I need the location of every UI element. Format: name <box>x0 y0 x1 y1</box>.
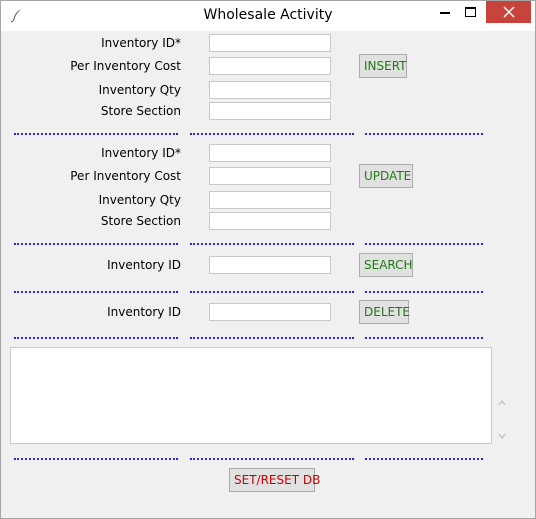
separator <box>14 291 178 293</box>
separator <box>190 133 354 135</box>
insert-inventory-id-label: Inventory ID* <box>101 36 181 50</box>
separator <box>190 291 354 293</box>
minimize-icon <box>440 12 450 14</box>
insert-store-section-input[interactable] <box>210 103 330 119</box>
insert-cost-field[interactable] <box>209 57 331 75</box>
separator <box>365 133 483 135</box>
insert-inventory-id-input[interactable] <box>210 35 330 51</box>
insert-cost-input[interactable] <box>210 58 330 74</box>
separator <box>14 337 178 339</box>
search-inventory-id-field[interactable] <box>209 256 331 274</box>
separator <box>190 243 354 245</box>
update-qty-label: Inventory Qty <box>98 193 181 207</box>
chevron-down-icon[interactable] <box>498 432 506 440</box>
update-section-label: Store Section <box>100 214 181 228</box>
update-qty-field[interactable] <box>209 191 331 209</box>
separator <box>190 337 354 339</box>
insert-store-section-field[interactable] <box>209 102 331 120</box>
separator <box>14 133 178 135</box>
separator <box>14 458 178 460</box>
update-qty-input[interactable] <box>210 192 330 208</box>
separator <box>365 458 483 460</box>
delete-inventory-id-input[interactable] <box>210 304 330 320</box>
chevron-up-icon[interactable] <box>498 399 506 407</box>
results-listbox[interactable] <box>10 347 492 444</box>
update-inventory-id-field[interactable] <box>209 144 331 162</box>
delete-button[interactable]: DELETE <box>359 300 410 324</box>
update-button[interactable]: UPDATE <box>359 164 413 188</box>
separator <box>365 337 483 339</box>
update-cost-field[interactable] <box>209 167 331 185</box>
insert-inventory-id-field[interactable] <box>209 34 331 52</box>
insert-qty-field[interactable] <box>209 81 331 99</box>
update-store-section-input[interactable] <box>210 213 330 229</box>
maximize-icon <box>465 7 476 17</box>
update-inventory-id-label: Inventory ID* <box>101 146 181 160</box>
title-bar[interactable]: Wholesale Activity <box>1 1 535 31</box>
update-cost-label: Per Inventory Cost <box>70 169 181 183</box>
delete-inventory-id-field[interactable] <box>209 303 331 321</box>
insert-cost-label: Per Inventory Cost <box>70 59 181 73</box>
search-inventory-id-label: Inventory ID <box>107 258 181 272</box>
set-reset-db-button[interactable]: SET/RESET DB <box>229 468 320 492</box>
close-icon <box>503 6 515 18</box>
insert-qty-input[interactable] <box>210 82 330 98</box>
search-button[interactable]: SEARCH <box>359 253 413 277</box>
search-inventory-id-input[interactable] <box>210 257 330 273</box>
separator <box>365 291 483 293</box>
close-button[interactable] <box>486 1 531 23</box>
separator <box>190 458 354 460</box>
separator <box>365 243 483 245</box>
update-cost-input[interactable] <box>210 168 330 184</box>
maximize-button[interactable] <box>453 1 487 23</box>
separator <box>14 243 178 245</box>
delete-inventory-id-label: Inventory ID <box>107 305 181 319</box>
update-inventory-id-input[interactable] <box>210 145 330 161</box>
insert-button[interactable]: INSERT <box>359 54 407 78</box>
insert-section-label: Store Section <box>100 104 181 118</box>
app-window: Wholesale Activity Inventory ID* Per Inv… <box>0 0 536 519</box>
insert-qty-label: Inventory Qty <box>98 83 181 97</box>
update-store-section-field[interactable] <box>209 212 331 230</box>
